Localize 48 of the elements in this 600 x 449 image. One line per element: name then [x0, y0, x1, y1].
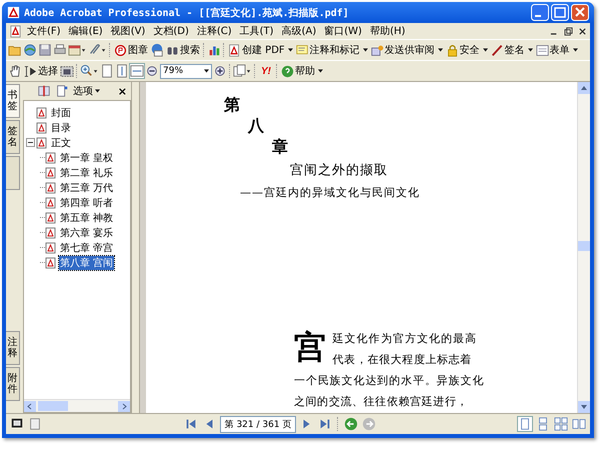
- select-button[interactable]: 选择: [23, 64, 59, 78]
- bookmark-item[interactable]: 第六章 宴乐: [59, 226, 114, 240]
- bookmark-item[interactable]: 封面: [50, 106, 72, 120]
- bookmark-item[interactable]: 第八章 宫闱: [59, 256, 114, 270]
- close-panel-button[interactable]: ×: [118, 84, 127, 98]
- menu-item[interactable]: 高级(A): [278, 24, 320, 38]
- bookmark-item[interactable]: 第四章 听者: [59, 196, 114, 210]
- chapter-subtitle: ——宫廷内的异域文化与民间文化: [240, 185, 421, 200]
- menu-item[interactable]: 视图(V): [108, 24, 148, 38]
- bookmark-item[interactable]: 目录: [50, 120, 72, 134]
- sign-button[interactable]: 签名: [490, 43, 534, 57]
- menu-item[interactable]: 工具(T): [236, 24, 277, 38]
- menu-item[interactable]: 编辑(E): [66, 24, 106, 38]
- side-tab[interactable]: 签名: [6, 120, 20, 154]
- body-paragraph: 一个民族文化达到的水平。异族文化之间的交流、往往依赖宫廷进行，: [294, 373, 484, 410]
- yahoo-logo[interactable]: Y!: [258, 66, 274, 76]
- bookmark-item[interactable]: 正文: [50, 136, 72, 150]
- page-number-field[interactable]: 第 321 / 361 页: [220, 416, 296, 432]
- menu-item[interactable]: 文件(F): [24, 24, 64, 38]
- bookmark-item[interactable]: 第一章 皇权: [59, 150, 114, 164]
- bookmark-item[interactable]: 第五章 神教: [59, 210, 114, 224]
- bookmark-item[interactable]: 第三章 万代: [59, 180, 114, 194]
- comment-markup-button[interactable]: 注释和标记: [294, 43, 369, 57]
- body-paragraph: 廷文化作为官方文化的最高代表，在很大程度上标志着: [332, 331, 477, 368]
- security-button[interactable]: 安全: [444, 43, 489, 57]
- options-menu[interactable]: 选项: [73, 84, 100, 98]
- search-button[interactable]: 搜索: [165, 43, 201, 57]
- chapter-title: 宫闱之外的撷取: [290, 162, 389, 179]
- forms-button[interactable]: 表单: [534, 43, 579, 57]
- side-tab[interactable]: 注释: [6, 331, 20, 365]
- help-button[interactable]: 帮助: [280, 64, 324, 78]
- chapter-heading: 第: [224, 94, 241, 115]
- menu-item[interactable]: 注释(C): [194, 24, 235, 38]
- stamp-button[interactable]: 图章: [113, 43, 149, 57]
- bookmark-item[interactable]: 第七章 帝宫: [59, 240, 114, 254]
- zoom-field[interactable]: 79%: [160, 64, 212, 78]
- create-pdf-button[interactable]: 创建 PDF: [227, 43, 294, 57]
- side-tab[interactable]: 书签: [6, 84, 20, 118]
- menu-item[interactable]: 窗口(W): [321, 24, 365, 38]
- chapter-heading: 章: [272, 136, 289, 157]
- menu-item[interactable]: 文档(D): [150, 24, 192, 38]
- side-tab[interactable]: 附件: [6, 367, 20, 401]
- bookmark-item[interactable]: 第二章 礼乐: [59, 166, 114, 180]
- menu-item[interactable]: 帮助(H): [366, 24, 408, 38]
- chapter-heading: 八: [248, 115, 265, 136]
- drop-cap: 宫: [294, 328, 327, 366]
- send-review-button[interactable]: 发送供审阅: [370, 43, 444, 57]
- window-title: Adobe Acrobat Professional - [[宫廷文化].苑斌.扫描版.pdf]: [24, 6, 350, 20]
